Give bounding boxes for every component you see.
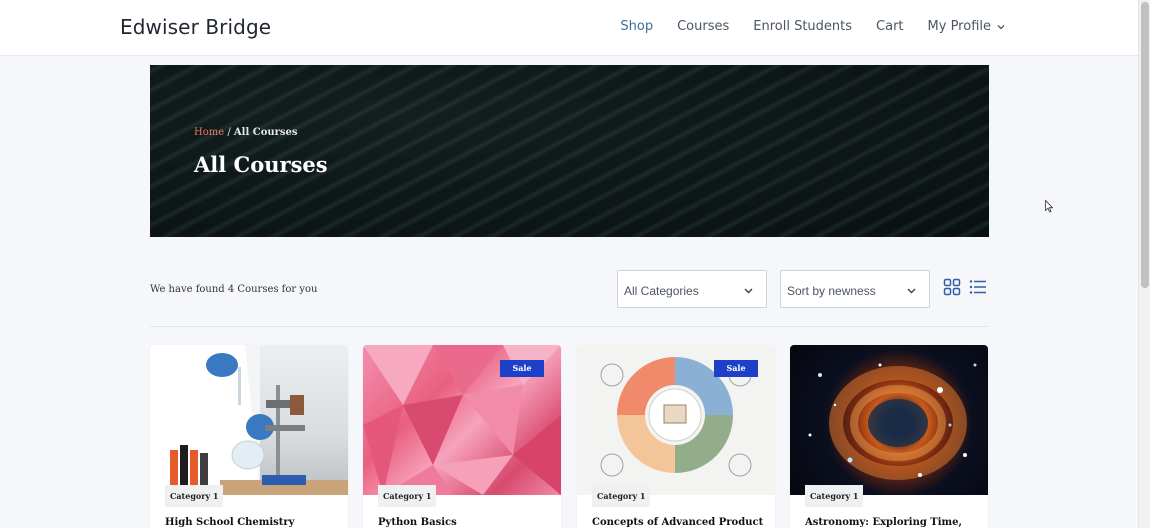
course-title[interactable]: Concepts of Advanced Product bbox=[592, 517, 763, 528]
page-hero-banner: Home / All Courses All Courses bbox=[150, 65, 989, 237]
main-nav: Shop Courses Enroll Students Cart My Pro… bbox=[620, 19, 1006, 34]
breadcrumb-separator: / bbox=[224, 127, 234, 138]
page-title: All Courses bbox=[194, 152, 328, 177]
course-card[interactable]: Category 1 Astronomy: Exploring Time, bbox=[790, 345, 988, 528]
course-category-badge: Category 1 bbox=[165, 485, 224, 507]
course-category-badge: Category 1 bbox=[592, 485, 651, 507]
site-header: Edwiser Bridge Shop Courses Enroll Stude… bbox=[0, 0, 1138, 56]
sort-select[interactable]: Sort by newness bbox=[780, 270, 930, 308]
course-category-badge: Category 1 bbox=[378, 485, 437, 507]
nav-cart[interactable]: Cart bbox=[876, 19, 904, 34]
chevron-down-icon bbox=[907, 288, 916, 294]
course-card[interactable]: Category 1 High School Chemistry bbox=[150, 345, 348, 528]
grid-view-icon[interactable] bbox=[943, 278, 961, 296]
site-brand[interactable]: Edwiser Bridge bbox=[120, 15, 271, 39]
mouse-pointer-icon bbox=[1045, 200, 1053, 213]
nav-my-profile[interactable]: My Profile bbox=[928, 19, 1006, 34]
nav-courses[interactable]: Courses bbox=[677, 19, 729, 34]
course-card[interactable]: Sale Category 1 Concepts of Advanced Pro… bbox=[577, 345, 775, 528]
list-view-icon[interactable] bbox=[969, 278, 987, 296]
chemistry-illustration bbox=[150, 345, 348, 495]
nav-my-profile-label: My Profile bbox=[927, 19, 991, 34]
breadcrumb: Home / All Courses bbox=[194, 127, 298, 138]
sort-select-value: Sort by newness bbox=[787, 284, 876, 298]
course-image-chemistry[interactable] bbox=[150, 345, 348, 495]
course-title[interactable]: Python Basics bbox=[378, 517, 457, 528]
scrollbar-thumb[interactable] bbox=[1141, 2, 1149, 288]
nebula-illustration bbox=[808, 363, 977, 480]
page-scrollbar[interactable] bbox=[1138, 0, 1150, 528]
sale-badge: Sale bbox=[714, 360, 758, 377]
sale-badge: Sale bbox=[500, 360, 544, 377]
breadcrumb-home-link[interactable]: Home bbox=[194, 127, 224, 138]
category-select[interactable]: All Categories bbox=[617, 270, 767, 308]
nav-shop[interactable]: Shop bbox=[620, 19, 653, 34]
results-count-text: We have found 4 Courses for you bbox=[150, 284, 318, 295]
course-title[interactable]: Astronomy: Exploring Time, bbox=[805, 517, 962, 528]
category-select-value: All Categories bbox=[624, 284, 699, 298]
chevron-down-icon bbox=[997, 24, 1005, 29]
course-image-astronomy[interactable] bbox=[790, 345, 988, 495]
course-category-badge: Category 1 bbox=[805, 485, 864, 507]
nav-enroll-students[interactable]: Enroll Students bbox=[753, 19, 852, 34]
breadcrumb-current: All Courses bbox=[233, 127, 298, 138]
course-title[interactable]: High School Chemistry bbox=[165, 517, 295, 528]
toolbar-divider bbox=[150, 326, 988, 327]
chevron-down-icon bbox=[744, 288, 753, 294]
course-card[interactable]: Sale Category 1 Python Basics bbox=[363, 345, 561, 528]
